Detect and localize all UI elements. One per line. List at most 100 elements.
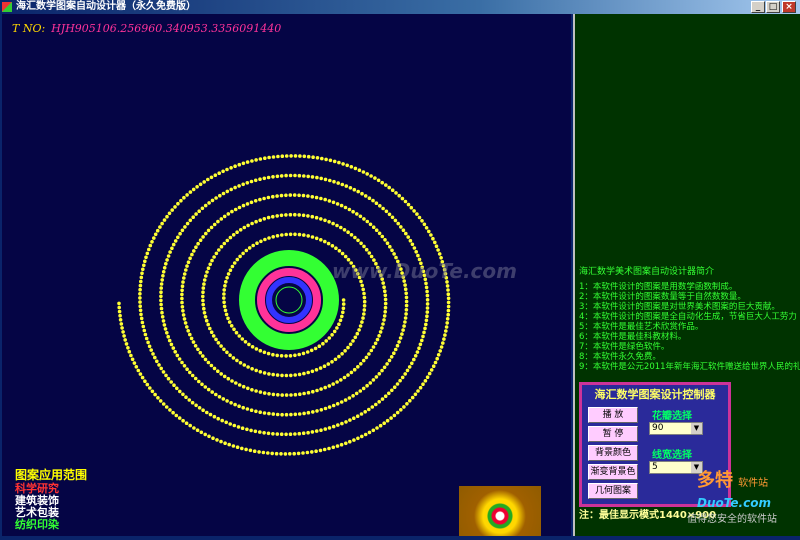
spiral-dot: [241, 182, 245, 187]
geometric-pattern-button[interactable]: 几何图案: [588, 483, 638, 499]
spiral-dot: [377, 231, 382, 236]
spiral-dot: [425, 289, 429, 294]
spiral-dot: [212, 222, 217, 227]
spiral-dot: [389, 355, 394, 359]
spiral-dot: [238, 254, 242, 259]
spiral-dot: [289, 412, 293, 417]
spiral-dot: [422, 222, 427, 227]
spiral-dot: [234, 330, 239, 335]
spiral-dot: [335, 223, 339, 228]
line-width-select[interactable]: 5 ▼: [649, 461, 703, 474]
spiral-dot: [202, 278, 207, 282]
spiral-dot: [417, 215, 422, 220]
spiral-dot: [249, 428, 253, 433]
spiral-dot: [422, 330, 426, 335]
spiral-dot: [170, 246, 174, 251]
duote-logo-small: 软件站: [738, 478, 769, 489]
spiral-dot: [162, 323, 167, 327]
petal-select[interactable]: 90 ▼: [649, 422, 703, 435]
spiral-dot: [310, 450, 314, 454]
spiral-dot: [216, 341, 221, 345]
spiral-dot: [293, 154, 298, 158]
spiral-dot: [279, 432, 284, 437]
spiral-dot: [229, 187, 233, 192]
spiral-dot: [289, 393, 293, 397]
spiral-dot: [247, 342, 251, 347]
play-button[interactable]: 播 放: [588, 407, 638, 423]
spiral-dot: [253, 178, 258, 183]
spiral-dot: [404, 299, 409, 304]
spiral-dot: [190, 373, 195, 378]
spiral-dot: [387, 358, 392, 363]
spiral-dot: [315, 175, 319, 180]
close-button[interactable]: ×: [782, 1, 796, 13]
spiral-dot: [331, 403, 336, 408]
spiral-dot: [362, 299, 367, 304]
spiral-dot: [223, 308, 228, 313]
intro-list: 1：本软件设计的图案是用数学函数制成。 2：本软件设计的图案数量等于自然数数量。…: [579, 282, 800, 372]
spiral-dot: [226, 316, 230, 321]
spiral-dot: [288, 232, 293, 237]
gradient-background-button[interactable]: 渐变背景色: [588, 464, 638, 480]
spiral-dot: [361, 287, 366, 292]
spiral-dot: [206, 266, 211, 270]
spiral-dot: [359, 241, 363, 246]
spiral-dot: [327, 405, 332, 409]
spiral-dot: [245, 202, 250, 206]
spiral-dot: [159, 286, 163, 290]
spiral-dot: [212, 366, 217, 371]
spiral-dot: [202, 311, 207, 315]
spiral-dot: [367, 407, 371, 412]
spiral-dot: [222, 288, 226, 292]
spiral-dot: [288, 452, 292, 456]
spiral-dot: [212, 255, 216, 259]
spiral-dot: [413, 354, 418, 358]
spiral-dot: [288, 432, 293, 437]
spiral-dot: [161, 319, 166, 323]
spiral-dot: [171, 346, 176, 350]
spiral-dot: [400, 196, 405, 201]
spiral-dot: [147, 247, 151, 252]
spiral-dot: [197, 406, 202, 410]
spiral-dot: [150, 389, 155, 394]
spiral-dot: [371, 428, 376, 433]
spiral-dot: [176, 201, 180, 206]
spiral-dot: [162, 218, 167, 222]
pause-button[interactable]: 暂 停: [588, 426, 638, 442]
spiral-dot: [446, 312, 451, 317]
spiral-dot: [323, 197, 328, 202]
spiral-dot: [245, 160, 250, 164]
spiral-dot: [159, 298, 163, 303]
spiral-dot: [330, 244, 335, 248]
background-color-button[interactable]: 背景颜色: [588, 445, 638, 461]
spiral-dot: [369, 254, 374, 259]
spiral-dot: [180, 300, 184, 305]
spiral-dot: [343, 254, 348, 259]
spiral-dot: [271, 352, 275, 357]
applications-list: 图案应用范围 科学研究 建筑装饰 艺术包装 纺织印染: [15, 469, 87, 531]
spiral-dot: [352, 187, 357, 192]
spiral-dot: [222, 296, 226, 300]
chevron-down-icon[interactable]: ▼: [691, 423, 702, 434]
spiral-dot: [368, 381, 373, 385]
spiral-dot: [392, 413, 397, 418]
spiral-dot: [341, 302, 346, 306]
spiral-dot: [262, 371, 267, 375]
spiral-dot: [171, 410, 175, 415]
spiral-dot: [339, 442, 344, 447]
spiral-dot: [288, 212, 293, 217]
spiral-dot: [141, 267, 145, 272]
spiral-dot: [343, 205, 348, 210]
spiral-dot: [166, 334, 170, 339]
spiral-dot: [410, 361, 414, 366]
spiral-dot: [217, 248, 221, 252]
spiral-dot: [226, 212, 231, 216]
spiral-dot: [383, 293, 388, 298]
spiral-dot: [178, 389, 182, 394]
minimize-button[interactable]: _: [751, 1, 765, 13]
spiral-dot: [242, 363, 247, 367]
maximize-button[interactable]: □: [766, 1, 780, 13]
spiral-dot: [297, 412, 302, 416]
spiral-dot: [355, 331, 360, 336]
spiral-dot: [158, 225, 162, 229]
